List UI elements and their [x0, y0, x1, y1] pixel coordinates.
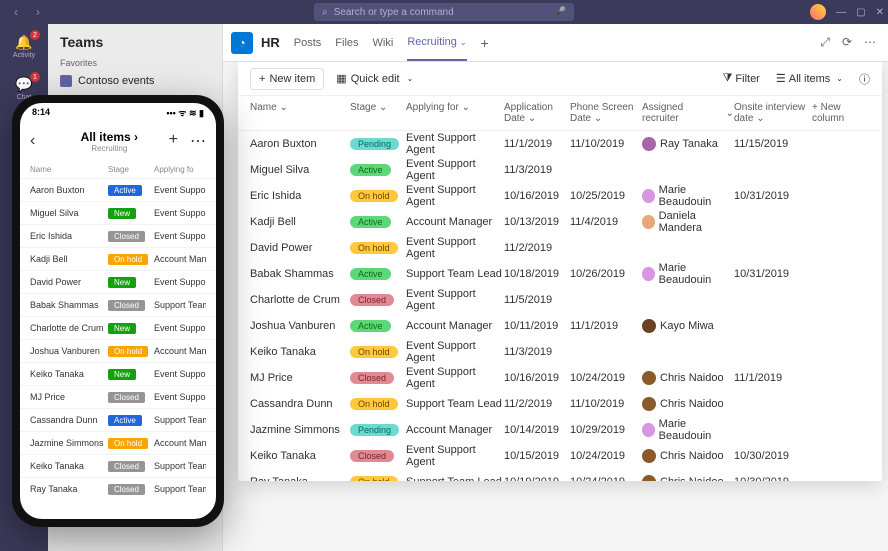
expand-icon[interactable]: ⤢ [820, 35, 830, 50]
col-header-onsite[interactable]: Onsite interview date ⌄ [734, 102, 812, 124]
table-row[interactable]: Aaron BuxtonPendingEvent Support Agent11… [238, 131, 882, 157]
tab-recruiting[interactable]: Recruiting⌄ [407, 25, 466, 61]
phone-statusbar: 8:14 ••• ᯤ ≋ ▮ [20, 103, 216, 121]
table-row[interactable]: Miguel SilvaActiveEvent Support Agent11/… [238, 157, 882, 183]
col-header-recruiter[interactable]: Assigned recruiter ⌄ [642, 102, 734, 124]
table-row[interactable]: Kadji BellActiveAccount Manager10/13/201… [238, 209, 882, 235]
signal-icons: ••• ᯤ ≋ ▮ [166, 106, 204, 119]
phone-list-item[interactable]: Jazmine SimmonsOn holdAccount Manag [20, 431, 216, 454]
activity-badge: 2 [30, 30, 40, 40]
team-icon [60, 75, 72, 87]
titlebar: ‹ › ⌕ Search or type a command 🎤 — ▢ ✕ [0, 0, 888, 24]
list-toolbar: +New item ▦Quick edit⌄ ⧩Filter ☰All item… [238, 62, 882, 96]
table-row[interactable]: Keiko TanakaClosedEvent Support Agent10/… [238, 443, 882, 469]
window-minimize[interactable]: — [836, 7, 846, 18]
window-close[interactable]: ✕ [876, 7, 884, 18]
filter-icon: ⧩ [723, 72, 733, 85]
recruiter-avatar [642, 475, 656, 481]
new-item-button[interactable]: +New item [250, 68, 324, 90]
phone-list-item[interactable]: Joshua VanburenOn holdAccount Manag [20, 339, 216, 362]
phone-list-item[interactable]: David PowerNewEvent Support A [20, 270, 216, 293]
phone-list-item[interactable]: Babak ShammasClosedSupport Team L [20, 293, 216, 316]
phone-list-item[interactable]: Aaron BuxtonActiveEvent Support A [20, 178, 216, 201]
more-icon[interactable]: ⋯ [864, 35, 876, 50]
table-row[interactable]: Babak ShammasActiveSupport Team Lead10/1… [238, 261, 882, 287]
list-rows: Aaron BuxtonPendingEvent Support Agent11… [238, 131, 882, 481]
phone-add-button[interactable]: + [169, 131, 178, 151]
refresh-icon[interactable]: ⟳ [842, 35, 852, 50]
tab-posts[interactable]: Posts [294, 26, 322, 60]
phone-list-item[interactable]: Charlotte de CrumNewEvent Support A [20, 316, 216, 339]
mic-icon[interactable]: 🎤 [554, 7, 566, 18]
recruiter-avatar [642, 267, 655, 281]
rail-activity[interactable]: 🔔 Activity 2 [8, 30, 40, 62]
col-header-stage[interactable]: Stage ⌄ [350, 102, 406, 124]
grid-icon: ▦ [336, 72, 346, 85]
table-row[interactable]: Cassandra DunnOn holdSupport Team Lead11… [238, 391, 882, 417]
nav-back[interactable]: ‹ [8, 4, 24, 20]
table-row[interactable]: Ray TanakaOn holdSupport Team Lead10/19/… [238, 469, 882, 481]
list-icon: ☰ [776, 72, 786, 85]
recruiter-avatar [642, 215, 655, 229]
phone-list-item[interactable]: Miguel SilvaNewEvent Support A [20, 201, 216, 224]
quick-edit-button[interactable]: ▦Quick edit⌄ [330, 68, 419, 89]
add-tab-button[interactable]: + [481, 35, 489, 51]
team-item-contoso[interactable]: Contoso events [60, 72, 210, 90]
phone-view-sub: Recruiting [50, 144, 169, 153]
phone-list-item[interactable]: Eric IshidaClosedEvent Support A [20, 224, 216, 247]
table-row[interactable]: Keiko TanakaOn holdEvent Support Agent11… [238, 339, 882, 365]
channel-tab-header: ◔ HR Posts Files Wiki Recruiting⌄ + ⤢ ⟳ … [223, 24, 888, 62]
phone-list-rows: Aaron BuxtonActiveEvent Support AMiguel … [20, 178, 216, 519]
phone-list-item[interactable]: MJ PriceClosedEvent Support A [20, 385, 216, 408]
col-header-applying[interactable]: Applying for ⌄ [406, 102, 504, 124]
chat-badge: 1 [30, 72, 40, 82]
recruiter-avatar [642, 319, 656, 333]
recruiter-avatar [642, 189, 655, 203]
recruiter-avatar [642, 137, 656, 151]
phone-list-item[interactable]: Cassandra DunnActiveSupport Team L [20, 408, 216, 431]
table-row[interactable]: Jazmine SimmonsPendingAccount Manager10/… [238, 417, 882, 443]
favorites-label: Favorites [60, 58, 210, 68]
phone-more-button[interactable]: ⋯ [190, 131, 206, 151]
phone-back-button[interactable]: ‹ [30, 132, 50, 150]
recruiter-avatar [642, 371, 656, 385]
filter-button[interactable]: ⧩Filter [723, 72, 760, 85]
table-row[interactable]: Eric IshidaOn holdEvent Support Agent10/… [238, 183, 882, 209]
phone-list-item[interactable]: Keiko TanakaNewEvent Support A [20, 362, 216, 385]
col-header-phone[interactable]: Phone Screen Date ⌄ [570, 102, 642, 124]
recruiter-avatar [642, 449, 656, 463]
table-row[interactable]: Charlotte de CrumClosedEvent Support Age… [238, 287, 882, 313]
hr-app-icon: ◔ [231, 32, 253, 54]
phone-list-item[interactable]: Kadji BellOn holdAccount Manag [20, 247, 216, 270]
channel-title: HR [261, 35, 280, 50]
search-icon: ⌕ [322, 7, 328, 18]
phone-column-headers: Name Stage Applying fo [20, 161, 216, 178]
command-search[interactable]: ⌕ Search or type a command 🎤 [314, 3, 574, 21]
list-column-headers: Name ⌄ Stage ⌄ Applying for ⌄ Applicatio… [238, 96, 882, 131]
mobile-mockup: 8:14 ••• ᯤ ≋ ▮ ‹ All items › Recruiting … [12, 95, 224, 527]
profile-avatar[interactable] [810, 4, 826, 20]
table-row[interactable]: David PowerOn holdEvent Support Agent11/… [238, 235, 882, 261]
teams-title: Teams [60, 34, 210, 50]
table-row[interactable]: Joshua VanburenActiveAccount Manager10/1… [238, 313, 882, 339]
phone-view-title[interactable]: All items › [50, 130, 169, 144]
nav-forward[interactable]: › [30, 4, 46, 20]
tab-files[interactable]: Files [335, 26, 358, 60]
view-selector[interactable]: ☰All items⌄ [776, 72, 843, 85]
add-column-button[interactable]: + New column [812, 102, 870, 124]
phone-list-item[interactable]: Keiko TanakaClosedSupport Team L [20, 454, 216, 477]
col-header-name[interactable]: Name ⌄ [250, 102, 350, 124]
tab-wiki[interactable]: Wiki [373, 26, 394, 60]
plus-icon: + [259, 73, 265, 85]
search-placeholder: Search or type a command [334, 7, 454, 18]
info-button[interactable]: ⓘ [859, 71, 870, 87]
col-header-appdate[interactable]: Application Date ⌄ [504, 102, 570, 124]
recruiter-avatar [642, 423, 655, 437]
phone-list-item[interactable]: Ray TanakaClosedSupport Team L [20, 477, 216, 500]
table-row[interactable]: MJ PriceClosedEvent Support Agent10/16/2… [238, 365, 882, 391]
sharepoint-list: +New item ▦Quick edit⌄ ⧩Filter ☰All item… [238, 62, 882, 481]
window-maximize[interactable]: ▢ [856, 7, 865, 18]
chevron-down-icon: ⌄ [460, 38, 467, 47]
recruiter-avatar [642, 397, 656, 411]
